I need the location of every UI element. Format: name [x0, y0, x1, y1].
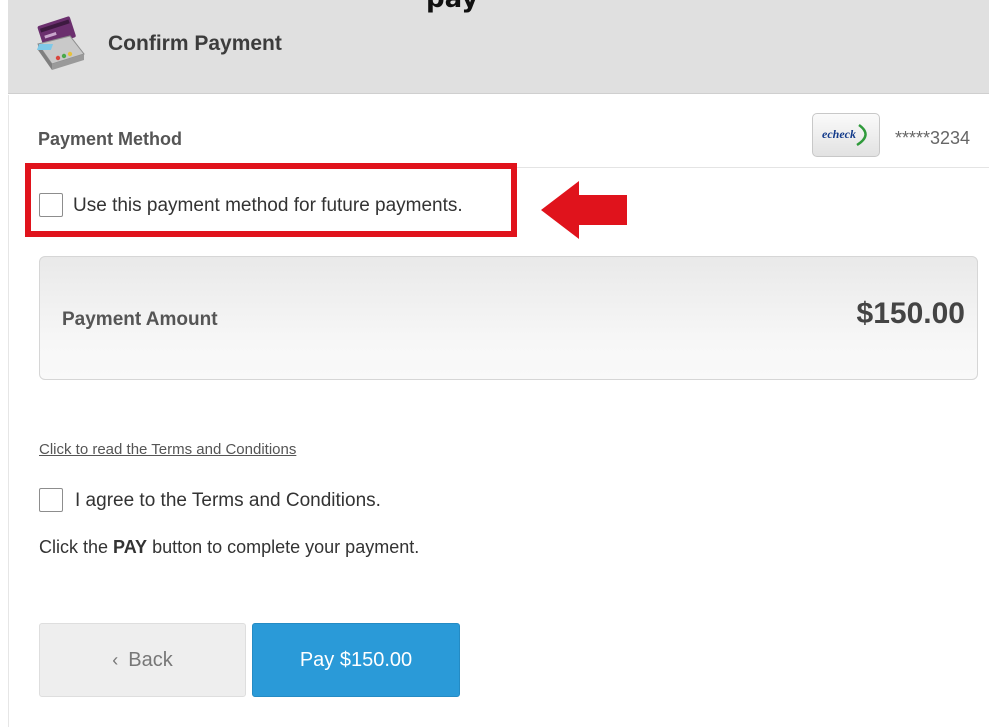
echeck-badge-text: echeck — [822, 127, 856, 141]
header-bar: pay Confirm Payment — [8, 0, 989, 94]
terms-and-conditions-link[interactable]: Click to read the Terms and Conditions — [39, 441, 296, 458]
left-arrow-icon — [541, 181, 627, 239]
masked-account-number: *****3234 — [895, 128, 971, 148]
chevron-left-icon: ‹ — [112, 649, 119, 670]
back-button[interactable]: ‹ Back — [39, 623, 246, 697]
payment-content: Payment Method echeck *****3234 Use this… — [8, 95, 989, 727]
future-payments-label: Use this payment method for future payme… — [73, 195, 463, 216]
pay-button-label: Pay $150.00 — [299, 648, 413, 671]
agree-terms-checkbox[interactable] — [39, 488, 63, 512]
instruction-emphasis: PAY — [113, 537, 148, 557]
confirm-payment-page: pay Confirm Payment Payment Method echec… — [0, 0, 989, 727]
instruction-suffix: button to complete your payment. — [147, 537, 420, 557]
instruction-prefix: Click the — [39, 537, 114, 557]
payment-amount-label: Payment Amount — [62, 309, 218, 330]
back-button-label: Back — [128, 648, 173, 671]
pay-button[interactable]: Pay $150.00 — [252, 623, 460, 697]
page-title: Confirm Payment — [108, 32, 282, 55]
payment-terminal-icon — [36, 16, 85, 70]
pay-instruction-text: Click the PAY button to complete your pa… — [39, 537, 419, 558]
agree-terms-label: I agree to the Terms and Conditions. — [75, 490, 381, 511]
payment-amount-panel: Payment Amount $150.00 — [39, 256, 978, 380]
payment-amount-value: $150.00 — [856, 297, 965, 330]
clipped-heading-text: pay — [426, 0, 478, 12]
future-payments-checkbox[interactable] — [39, 193, 63, 217]
echeck-badge: echeck — [812, 113, 880, 157]
payment-method-label: Payment Method — [38, 129, 183, 149]
